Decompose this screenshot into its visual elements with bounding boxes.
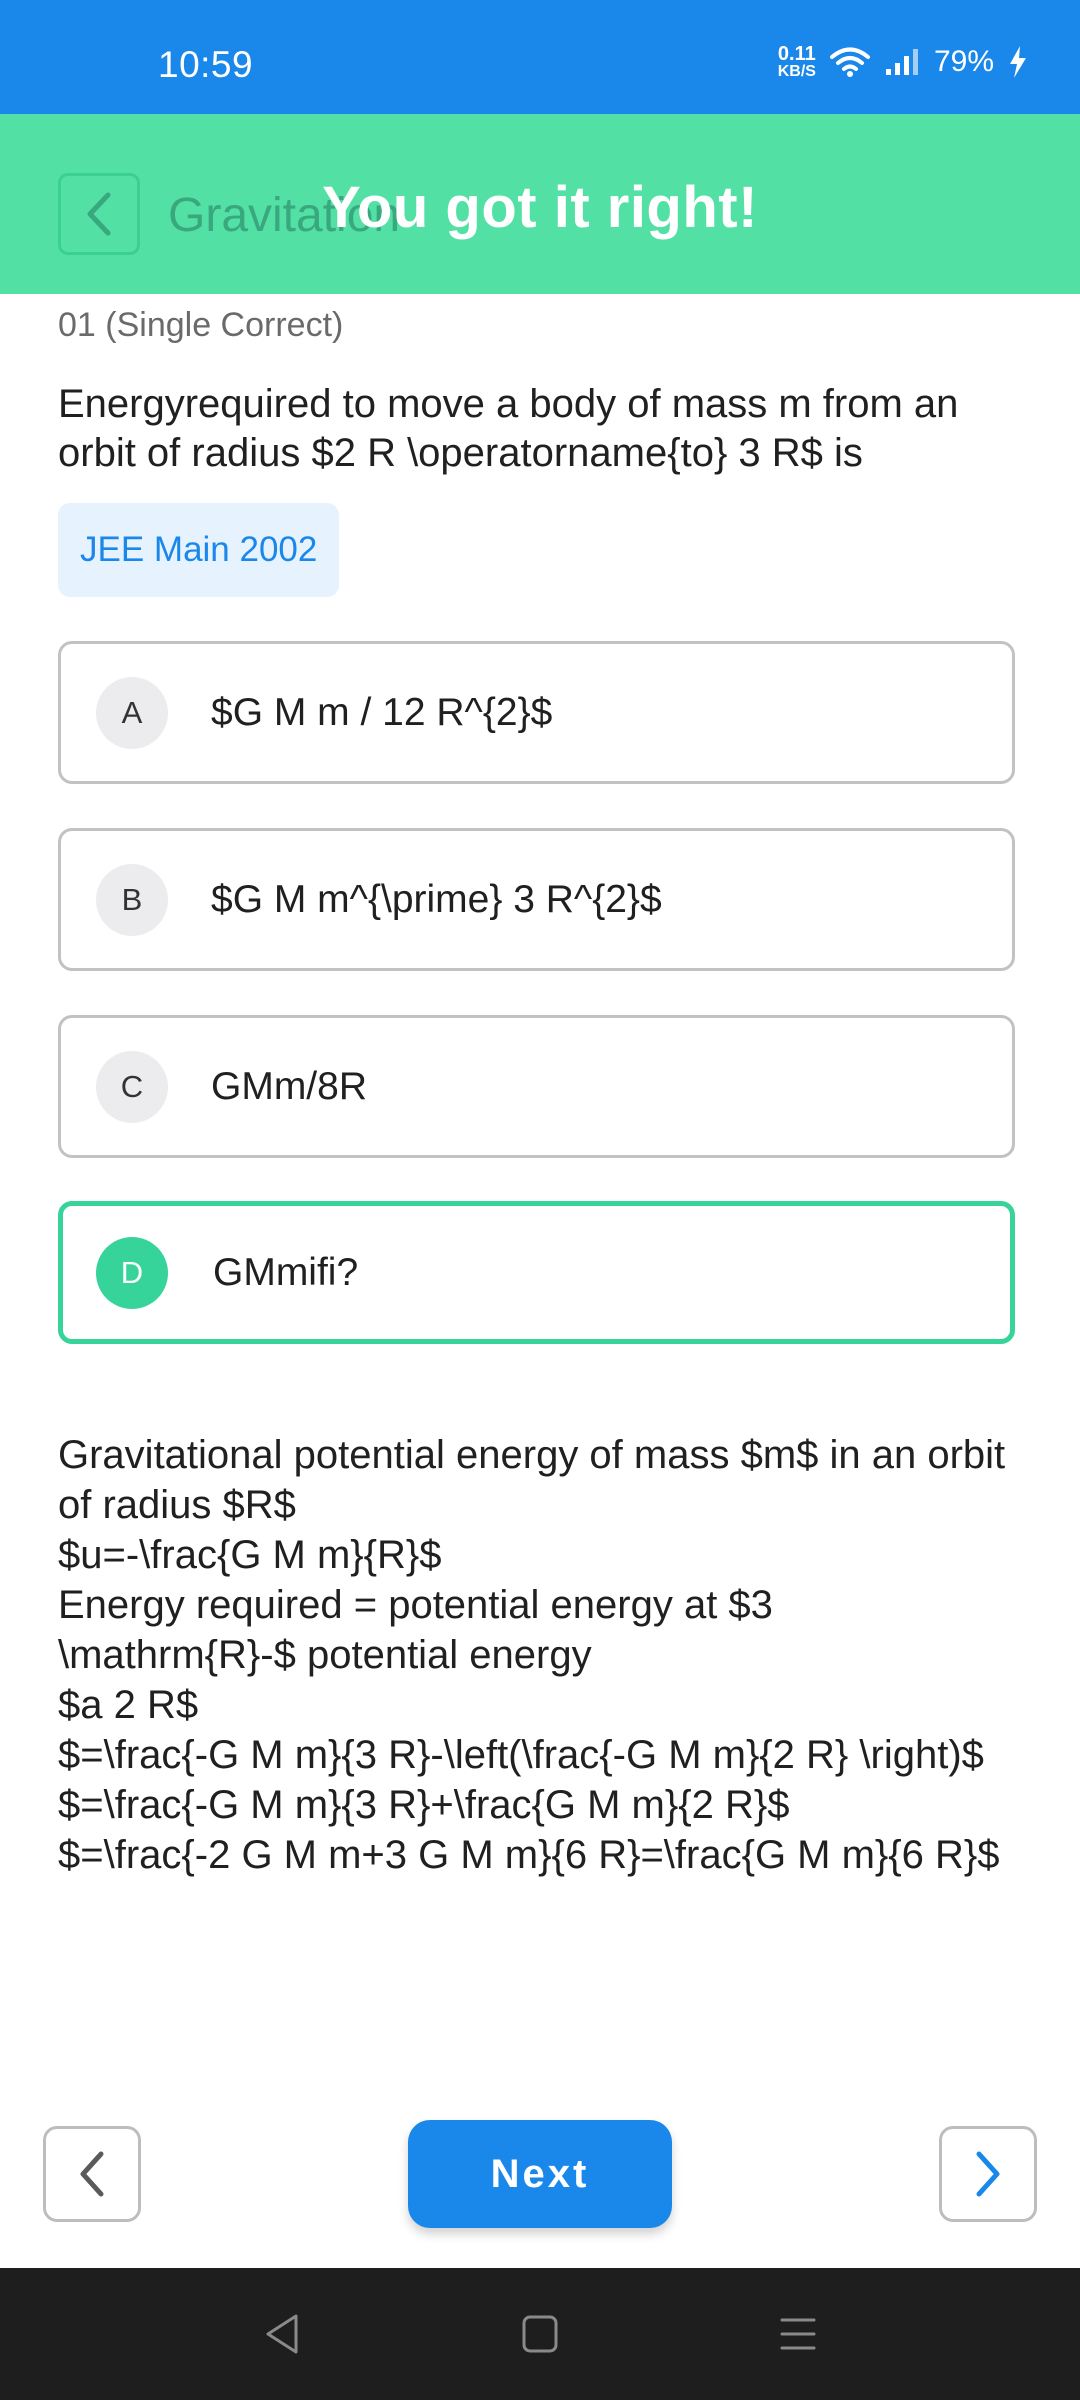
option-d-correct[interactable]: D GMmifi? xyxy=(58,1201,1015,1344)
option-a[interactable]: A $G M m / 12 R^{2}$ xyxy=(58,641,1015,784)
wifi-icon xyxy=(829,46,870,78)
question-text: Energyrequired to move a body of mass m … xyxy=(58,382,959,475)
system-home-icon[interactable] xyxy=(520,2312,560,2356)
question-meta: 01 (Single Correct) xyxy=(58,306,344,344)
charging-icon xyxy=(1008,45,1028,79)
exam-tag: JEE Main 2002 xyxy=(58,503,340,597)
system-navigation-bar xyxy=(0,2268,1080,2400)
network-speed: 0.11 KB/S xyxy=(778,44,816,80)
previous-question-button[interactable] xyxy=(43,2126,141,2222)
network-speed-value: 0.11 xyxy=(777,43,816,65)
status-time: 10:59 xyxy=(158,44,254,85)
solution-line: Gravitational potential energy of mass $… xyxy=(58,1433,1017,1527)
solution-line: $=\frac{-G M m}{3 R}-\left(\frac{-G M m}… xyxy=(58,1733,984,1777)
option-text: $G M m / 12 R^{2}$ xyxy=(211,690,553,734)
option-text: GMmifi? xyxy=(213,1250,359,1294)
status-bar: 10:59 0.11 KB/S 79% xyxy=(0,0,1080,114)
option-letter: A xyxy=(96,676,168,749)
system-menu-icon[interactable] xyxy=(778,2312,818,2356)
option-letter: D xyxy=(96,1236,168,1309)
solution-line: Energy required = potential energy at $3… xyxy=(58,1583,785,1677)
toast-message: You got it right! xyxy=(322,175,758,240)
battery-percent: 79% xyxy=(933,45,994,78)
solution-line: $=\frac{-G M m}{3 R}+\frac{G M m}{2 R}$ xyxy=(58,1783,790,1827)
option-c[interactable]: C GMm/8R xyxy=(58,1015,1015,1158)
chevron-left-icon xyxy=(80,2151,104,2197)
network-speed-unit: KB/S xyxy=(777,63,816,80)
option-letter: B xyxy=(96,863,168,936)
option-b[interactable]: B $G M m^{\prime} 3 R^{2}$ xyxy=(58,828,1015,971)
solution-line: $u=-\frac{G M m}{R}$ xyxy=(58,1533,442,1577)
status-icons: 0.11 KB/S 79% xyxy=(778,44,1028,80)
answer-toast-header: Gravitation You got it right! xyxy=(0,114,1080,294)
next-button[interactable]: Next xyxy=(408,2120,672,2228)
option-text: $G M m^{\prime} 3 R^{2}$ xyxy=(211,877,662,921)
signal-icon xyxy=(884,47,920,77)
solution-line: $a 2 R$ xyxy=(58,1683,199,1727)
next-question-button[interactable] xyxy=(939,2126,1037,2222)
option-letter: C xyxy=(96,1050,168,1123)
system-back-icon[interactable] xyxy=(262,2312,302,2356)
solution-line: $=\frac{-2 G M m+3 G M m}{6 R}=\frac{G M… xyxy=(58,1833,1000,1877)
option-text: GMm/8R xyxy=(211,1064,367,1108)
solution-explanation: Gravitational potential energy of mass $… xyxy=(58,1430,1018,1880)
chevron-right-icon xyxy=(976,2151,1000,2197)
